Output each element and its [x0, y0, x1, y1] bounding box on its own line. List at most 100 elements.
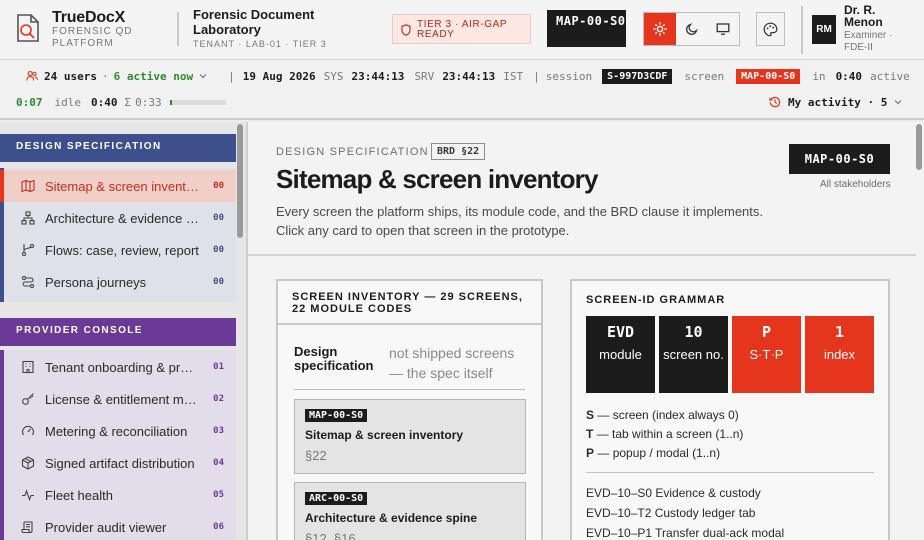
- sidebar-item-architecture[interactable]: Architecture & evidence spine 00: [4, 202, 236, 234]
- screen-card-code: ARC-00-S0: [305, 492, 368, 505]
- palette-button[interactable]: [756, 12, 785, 46]
- dark-theme-button[interactable]: [676, 13, 708, 45]
- grammar-divider: [586, 472, 874, 473]
- grammar-title: SCREEN-ID GRAMMAR: [586, 294, 726, 306]
- screen-id-chip: MAP-00-S0: [789, 144, 890, 174]
- sidebar-item-label: Signed artifact distribution: [45, 455, 195, 471]
- sidebar-item-sitemap[interactable]: Sitemap & screen inventory 00: [0, 170, 236, 202]
- grammar-part-label: module: [599, 347, 642, 362]
- sidebar-item-code: 04: [213, 458, 224, 468]
- avatar[interactable]: RM: [812, 15, 836, 44]
- screen-card[interactable]: MAP-00-S0 Sitemap & screen inventory §22: [294, 399, 526, 474]
- idle-label: idle: [54, 95, 82, 109]
- page-description: Every screen the platform ships, its mod…: [276, 204, 763, 238]
- inventory-divider: [294, 389, 525, 390]
- sidebar-item-code: 06: [213, 522, 224, 532]
- idle-time: 0:40: [91, 95, 118, 109]
- app-header: TrueDocX FORENSIC QD PLATFORM Forensic D…: [0, 0, 924, 60]
- header-divider: [801, 6, 803, 54]
- screen-card[interactable]: ARC-00-S0 Architecture & evidence spine …: [294, 482, 526, 540]
- sidebar-item-metering[interactable]: Metering & reconciliation 03: [4, 415, 236, 447]
- history-icon: [769, 96, 781, 108]
- map-icon: [21, 179, 35, 193]
- session-label: session: [545, 69, 593, 83]
- sidebar-item-label: Metering & reconciliation: [45, 423, 188, 439]
- main-scrollbar[interactable]: [916, 124, 922, 170]
- inventory-group-note: not shipped screens — the spec itself: [389, 345, 515, 381]
- users-count[interactable]: 24 users: [44, 70, 97, 83]
- sum-label: Σ: [124, 95, 132, 109]
- legend-text: — popup / modal (1..n): [597, 446, 721, 460]
- system-theme-button[interactable]: [707, 13, 739, 45]
- scroll-icon: [21, 521, 33, 534]
- time-in-screen: 0:40: [835, 69, 863, 83]
- route-icon: [21, 275, 35, 289]
- legend-text: — tab within a screen (1..n): [596, 427, 744, 441]
- brand-subtitle: FORENSIC QD PLATFORM: [52, 26, 133, 49]
- sidebar-scrollbar[interactable]: [237, 124, 243, 238]
- grammar-part-screen-no: 10 screen no.: [659, 316, 728, 393]
- sidebar-item-code: 00: [213, 181, 224, 191]
- sidebar-section-design[interactable]: DESIGN SPECIFICATION: [0, 134, 236, 162]
- my-activity-label: My activity · 5: [788, 95, 888, 109]
- screen-code-chip: MAP-00-S0: [547, 10, 626, 47]
- grammar-example: EVD–10–T2 Custody ledger tab: [586, 506, 756, 520]
- grammar-legend-item: P — popup / modal (1..n): [586, 446, 720, 460]
- chevron-down-icon[interactable]: [198, 71, 208, 81]
- package-icon: [21, 456, 35, 470]
- my-activity-button[interactable]: My activity · 5: [769, 92, 903, 112]
- grammar-part-label: S·T·P: [749, 347, 784, 362]
- light-theme-button[interactable]: [644, 13, 676, 45]
- sidebar-item-flows[interactable]: Flows: case, review, report 00: [4, 234, 236, 266]
- user-role: Examiner · FDE-II: [844, 30, 893, 53]
- palette-icon: [763, 22, 778, 36]
- grammar-part-type: P S·T·P: [732, 316, 801, 393]
- screen-card-name: Sitemap & screen inventory: [305, 428, 464, 442]
- tier-badge-label: TIER 3 · AIR-GAP READY: [417, 19, 507, 40]
- sidebar-provider-items: Tenant onboarding & provisioning 01 Lice…: [0, 350, 236, 540]
- lab-subtitle: TENANT · LAB-01 · TIER 3: [193, 39, 327, 49]
- inventory-title: SCREEN INVENTORY — 29 SCREENS, 22 MODULE…: [278, 281, 541, 325]
- grammar-part-index: 1 index: [805, 316, 874, 393]
- legend-key: T: [586, 427, 594, 441]
- sidebar-item-code: 02: [213, 394, 224, 404]
- srv-time: 23:44:13: [442, 69, 496, 83]
- session-progress-bar: [169, 99, 226, 105]
- header-divider: [177, 12, 179, 46]
- timezone-label: IST: [503, 69, 524, 83]
- sidebar-item-label: Architecture & evidence spine: [45, 210, 200, 226]
- sidebar-section-provider[interactable]: PROVIDER CONSOLE: [0, 318, 236, 346]
- sidebar-item-personas[interactable]: Persona journeys 00: [4, 266, 236, 298]
- monitor-icon: [716, 23, 730, 35]
- sidebar-item-code: 03: [213, 426, 224, 436]
- srv-label: SRV: [414, 69, 435, 83]
- sidebar-item-license[interactable]: License & entitlement management 02: [4, 383, 236, 415]
- shield-icon: [401, 24, 411, 36]
- sum-time: 0:33: [135, 95, 162, 109]
- sidebar-item-tenant-onboarding[interactable]: Tenant onboarding & provisioning 01: [4, 351, 236, 383]
- legend-key: P: [586, 446, 595, 460]
- page-eyebrow: DESIGN SPECIFICATION: [276, 146, 429, 158]
- inventory-group-label: Design specification: [294, 344, 374, 373]
- sidebar-item-label: Tenant onboarding & provisioning: [45, 359, 200, 375]
- sidebar-item-label: License & entitlement management: [45, 391, 200, 407]
- sidebar-item-code: 00: [213, 277, 224, 287]
- screen-card-code: MAP-00-S0: [305, 409, 368, 422]
- sidebar-item-label: Fleet health: [45, 487, 113, 503]
- screen-card-clause: §12, §16: [305, 531, 356, 540]
- sidebar-item-code: 05: [213, 490, 224, 500]
- grammar-part-value: 10: [684, 323, 703, 341]
- lab-title: Forensic Document Laboratory: [193, 7, 315, 37]
- sun-icon: [652, 22, 667, 36]
- user-name[interactable]: Dr. R. Menon: [844, 4, 904, 28]
- hierarchy-icon: [21, 211, 35, 225]
- sidebar-item-artifacts[interactable]: Signed artifact distribution 04: [4, 447, 236, 479]
- grammar-part-value: P: [761, 323, 772, 341]
- audience-label: All stakeholders: [820, 179, 891, 190]
- active-users-count[interactable]: 6 active now: [114, 70, 193, 83]
- sidebar-item-audit-viewer[interactable]: Provider audit viewer 06: [4, 511, 236, 540]
- sidebar-item-fleet-health[interactable]: Fleet health 05: [4, 479, 236, 511]
- sidebar-item-code: 01: [213, 362, 224, 372]
- sidebar-item-code: 00: [213, 245, 224, 255]
- gauge-icon: [21, 425, 35, 436]
